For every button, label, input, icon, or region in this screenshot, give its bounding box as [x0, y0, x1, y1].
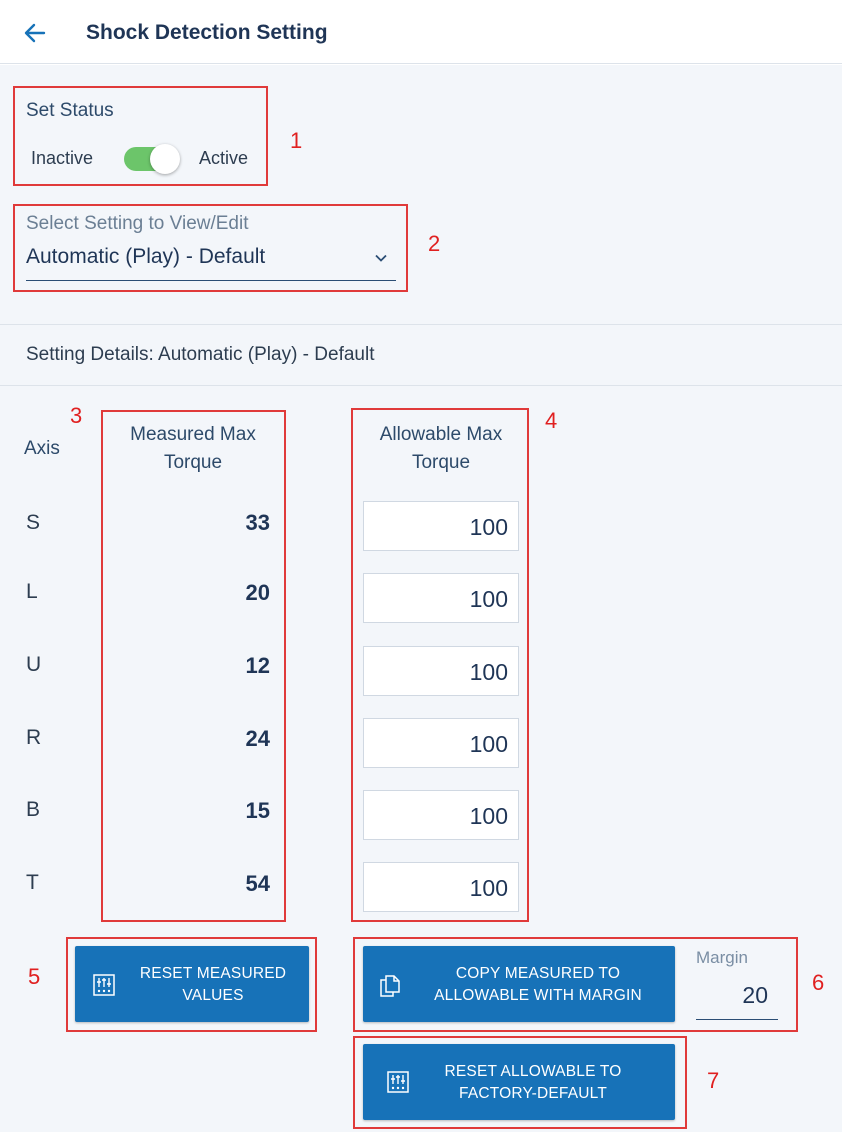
annotation-number-6: 6 — [812, 970, 825, 995]
annotation-number-7: 7 — [707, 1068, 720, 1093]
app-header: Shock Detection Setting — [0, 0, 842, 64]
axis-header: Axis — [24, 438, 60, 459]
axis-label-s: S — [26, 511, 41, 534]
arrow-left-icon[interactable] — [22, 20, 48, 46]
setting-details-heading: Setting Details: Automatic (Play) - Defa… — [26, 344, 375, 365]
page-title: Shock Detection Setting — [86, 21, 328, 44]
annotation-number-1: 1 — [290, 128, 303, 153]
annotation-number-2: 2 — [428, 231, 441, 256]
divider — [0, 385, 842, 386]
annotation-box-7 — [353, 1036, 687, 1129]
divider — [0, 324, 842, 325]
axis-label-r: R — [26, 726, 42, 749]
annotation-box-3 — [101, 410, 286, 922]
annotation-number-5: 5 — [28, 964, 41, 989]
annotation-box-2 — [13, 204, 408, 292]
annotation-number-4: 4 — [545, 408, 558, 433]
axis-label-u: U — [26, 653, 42, 676]
annotation-number-3: 3 — [70, 403, 83, 428]
annotation-box-5 — [66, 937, 317, 1032]
axis-label-t: T — [26, 871, 39, 894]
annotation-box-1 — [13, 86, 268, 186]
annotation-box-6 — [353, 937, 798, 1032]
axis-label-b: B — [26, 798, 41, 821]
annotation-box-4 — [351, 408, 529, 922]
axis-label-l: L — [26, 580, 38, 603]
